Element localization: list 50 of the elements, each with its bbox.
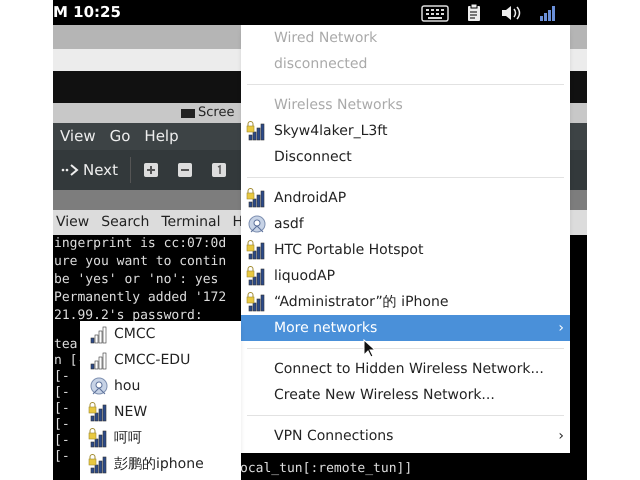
menu-item[interactable]: Terminal — [161, 212, 221, 233]
network-item[interactable]: Skyw4laker_L3ft — [241, 118, 570, 144]
network-item[interactable]: HTC Portable Hotspot — [241, 237, 570, 263]
menu-item[interactable]: Search — [101, 212, 150, 233]
terminal-line: tea — [54, 337, 78, 352]
menu-item[interactable]: Connect to Hidden Wireless Network... — [241, 356, 570, 382]
mouse-cursor-icon — [363, 339, 376, 358]
arrow-icon — [61, 164, 79, 176]
terminal-line: [- — [54, 417, 70, 432]
zoom-in-icon[interactable] — [142, 162, 159, 178]
clipboard-icon[interactable] — [467, 4, 483, 22]
terminal-line: [- — [54, 385, 70, 400]
network-item[interactable]: NEW — [80, 399, 241, 425]
menu-item[interactable]: Disconnect — [241, 144, 570, 170]
terminal-line: [- — [54, 449, 70, 464]
network-item[interactable]: asdf — [241, 211, 570, 237]
menu-header: disconnected — [273, 54, 368, 74]
speaker-icon[interactable] — [501, 4, 521, 20]
terminal-line: ingerprint is cc:07:0d — [54, 236, 226, 251]
actual-size-icon[interactable] — [210, 162, 227, 178]
menu-item[interactable]: View — [60, 125, 96, 148]
signal-icon[interactable] — [539, 4, 557, 20]
network-item[interactable]: 彭鹏的iphone — [80, 451, 241, 477]
network-item[interactable]: CMCC — [80, 321, 241, 347]
terminal-icon — [181, 108, 195, 118]
window-title: Scree — [198, 104, 234, 122]
zoom-out-icon[interactable] — [176, 162, 193, 178]
terminal-line: [- — [54, 401, 70, 416]
network-item[interactable]: AndroidAP — [241, 185, 570, 211]
terminal-line: ure you want to contin — [54, 254, 226, 269]
network-item[interactable]: 呵呵 — [80, 425, 241, 451]
network-item[interactable]: hou — [80, 373, 241, 399]
terminal-line: [- — [54, 369, 70, 384]
menu-item[interactable]: Create New Wireless Network... — [241, 382, 570, 408]
terminal-line: [- — [54, 433, 70, 448]
submenu-item[interactable]: VPN Connections › — [241, 423, 570, 449]
menu-item[interactable]: Go — [110, 125, 130, 148]
menu-header: Wired Network — [273, 28, 378, 48]
menu-item[interactable]: View — [56, 212, 90, 233]
terminal-line: Permanently added '172 — [54, 290, 226, 305]
menu-header: Wireless Networks — [273, 96, 404, 114]
clock: M 10:25 — [53, 2, 121, 24]
network-item[interactable]: liquodAP — [241, 263, 570, 289]
next-button[interactable]: Next — [61, 158, 118, 182]
keyboard-icon[interactable] — [421, 4, 449, 22]
terminal-line: 21.99.2's password: — [54, 308, 203, 323]
terminal-line: be 'yes' or 'no': yes — [54, 272, 218, 287]
menu-item[interactable]: Help — [144, 125, 179, 148]
network-item[interactable]: “Administrator”的 iPhone — [241, 289, 570, 315]
network-item[interactable]: CMCC-EDU — [80, 347, 241, 373]
